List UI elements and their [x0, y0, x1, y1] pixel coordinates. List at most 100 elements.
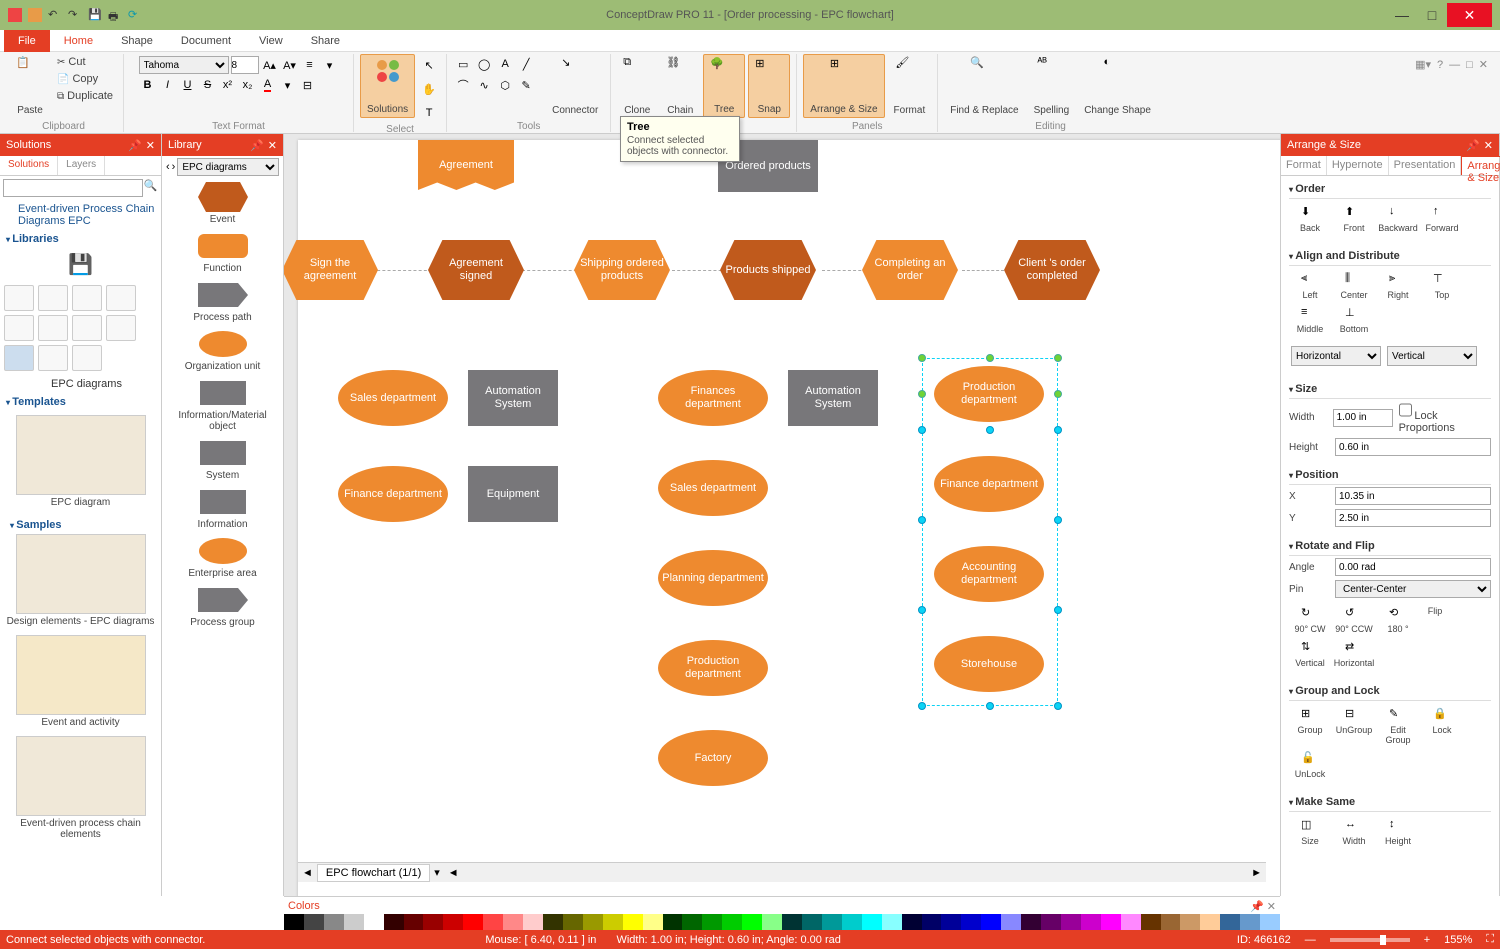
order-forward-button[interactable]: ↑Forward — [1423, 205, 1461, 233]
color-swatch[interactable] — [882, 914, 902, 930]
color-swatch[interactable] — [284, 914, 304, 930]
color-swatch[interactable] — [423, 914, 443, 930]
same-width-button[interactable]: ↔Width — [1335, 818, 1373, 846]
color-swatch[interactable] — [822, 914, 842, 930]
node-productiondept2[interactable]: Production department — [934, 366, 1044, 422]
zoom-slider[interactable] — [1330, 938, 1410, 942]
solutions-tab-btn[interactable]: Solutions — [0, 156, 58, 175]
color-swatch[interactable] — [1200, 914, 1220, 930]
sample-item[interactable]: Design elements - EPC diagrams — [4, 534, 157, 627]
color-swatch[interactable] — [583, 914, 603, 930]
color-swatch[interactable] — [1001, 914, 1021, 930]
changeshape-button[interactable]: ◐Change Shape — [1078, 54, 1157, 118]
valign-button[interactable]: ⊟ — [299, 76, 317, 94]
save-lib-icon[interactable]: 💾 — [68, 254, 93, 276]
help-icon[interactable]: ? — [1437, 59, 1443, 71]
lib-thumb[interactable] — [4, 345, 34, 371]
node-salesdept2[interactable]: Sales department — [658, 460, 768, 516]
canvas-area[interactable]: Agreement Ordered products Sign the agre… — [284, 134, 1280, 896]
color-swatch[interactable] — [523, 914, 543, 930]
ribbon-min-icon[interactable]: — — [1449, 59, 1460, 71]
paste-button[interactable]: 📋 Paste — [10, 54, 50, 118]
align-right-button[interactable]: ⫸Right — [1379, 272, 1417, 300]
color-swatch[interactable] — [643, 914, 663, 930]
shape-event[interactable]: Event — [166, 182, 279, 225]
tree-root[interactable]: Event-driven Process Chain Diagrams EPC — [0, 200, 161, 230]
italic-button[interactable]: I — [159, 76, 177, 94]
color-swatch[interactable] — [902, 914, 922, 930]
lib-selected[interactable]: EPC diagrams — [0, 375, 161, 393]
lib-thumb[interactable] — [106, 315, 136, 341]
color-swatch[interactable] — [623, 914, 643, 930]
color-swatch[interactable] — [1041, 914, 1061, 930]
node-salesdept[interactable]: Sales department — [338, 370, 448, 426]
selection-handle[interactable] — [1054, 606, 1062, 614]
lib-thumb[interactable] — [4, 285, 34, 311]
flip-h-button[interactable]: ⇄Horizontal — [1335, 640, 1373, 668]
shape-infomat[interactable]: Information/Material object — [166, 378, 279, 432]
sub-button[interactable]: x₂ — [239, 76, 257, 94]
format-button[interactable]: 🖌Format — [888, 54, 932, 118]
rotate-header[interactable]: Rotate and Flip — [1289, 537, 1491, 556]
panel-close-icon[interactable]: ✕ — [268, 139, 277, 152]
node-agreement[interactable]: Agreement — [418, 140, 514, 190]
solutions-button[interactable]: Solutions — [360, 54, 415, 118]
ribbon-restore-icon[interactable]: □ — [1466, 59, 1473, 71]
ribbon-layout-icon[interactable]: ▦▾ — [1415, 58, 1431, 71]
qat-refresh-icon[interactable]: ⟳ — [128, 8, 142, 22]
y-input[interactable] — [1335, 509, 1491, 527]
makesame-header[interactable]: Make Same — [1289, 793, 1491, 812]
node-financesdept[interactable]: Finances department — [658, 370, 768, 426]
color-swatch[interactable] — [941, 914, 961, 930]
lib-thumb[interactable] — [72, 285, 102, 311]
color-swatch[interactable] — [1081, 914, 1101, 930]
size-header[interactable]: Size — [1289, 380, 1491, 399]
node-productiondept[interactable]: Production department — [658, 640, 768, 696]
super-button[interactable]: x² — [219, 76, 237, 94]
minimize-button[interactable]: — — [1387, 3, 1417, 27]
hand-tool-icon[interactable]: ✋ — [418, 78, 440, 100]
clone-button[interactable]: ⧉Clone — [617, 54, 657, 118]
node-financedept[interactable]: Finance department — [338, 466, 448, 522]
qat-icon-2[interactable] — [28, 8, 42, 22]
hypernote-tab[interactable]: Hypernote — [1327, 156, 1389, 175]
node-completing[interactable]: Completing an order — [862, 240, 958, 300]
pin-icon[interactable]: 📌 — [1466, 139, 1480, 152]
color-swatch[interactable] — [364, 914, 384, 930]
home-tab[interactable]: Home — [50, 30, 107, 52]
color-swatch[interactable] — [483, 914, 503, 930]
selection-handle[interactable] — [1054, 426, 1062, 434]
selection-handle[interactable] — [918, 390, 926, 398]
arrange-button[interactable]: ⊞Arrange & Size — [803, 54, 884, 118]
node-automation2[interactable]: Automation System — [788, 370, 878, 426]
color-swatch[interactable] — [603, 914, 623, 930]
arrangesize-tab[interactable]: Arrange & Size — [1461, 156, 1500, 175]
panel-close-icon[interactable]: ✕ — [146, 139, 155, 152]
color-swatch[interactable] — [1141, 914, 1161, 930]
qat-print-icon[interactable]: 🖶 — [108, 8, 122, 22]
cut-button[interactable]: ✂ Cut — [53, 54, 117, 70]
color-swatch[interactable] — [842, 914, 862, 930]
page-next-icon[interactable]: ▾ — [434, 866, 440, 879]
color-swatch[interactable] — [1021, 914, 1041, 930]
color-swatch[interactable] — [1220, 914, 1240, 930]
position-header[interactable]: Position — [1289, 466, 1491, 485]
tree-button[interactable]: 🌳Tree — [703, 54, 745, 118]
qat-icon-1[interactable] — [8, 8, 22, 22]
node-shipping[interactable]: Shipping ordered products — [574, 240, 670, 300]
layers-tab-btn[interactable]: Layers — [58, 156, 105, 175]
template-item[interactable]: EPC diagram — [4, 415, 157, 508]
pin-icon[interactable]: 📌 — [250, 139, 264, 152]
color-swatch[interactable] — [862, 914, 882, 930]
selection-handle[interactable] — [918, 606, 926, 614]
same-size-button[interactable]: ◫Size — [1291, 818, 1329, 846]
rotate-180-button[interactable]: ⟲180 ° — [1379, 606, 1417, 634]
node-financedept2[interactable]: Finance department — [934, 456, 1044, 512]
color-swatch[interactable] — [1061, 914, 1081, 930]
align-header[interactable]: Align and Distribute — [1289, 247, 1491, 266]
scroll-right-icon[interactable]: ► — [1251, 867, 1262, 879]
lib-thumb[interactable] — [38, 345, 68, 371]
file-tab[interactable]: File — [4, 30, 50, 52]
color-swatch[interactable] — [762, 914, 782, 930]
order-backward-button[interactable]: ↓Backward — [1379, 205, 1417, 233]
